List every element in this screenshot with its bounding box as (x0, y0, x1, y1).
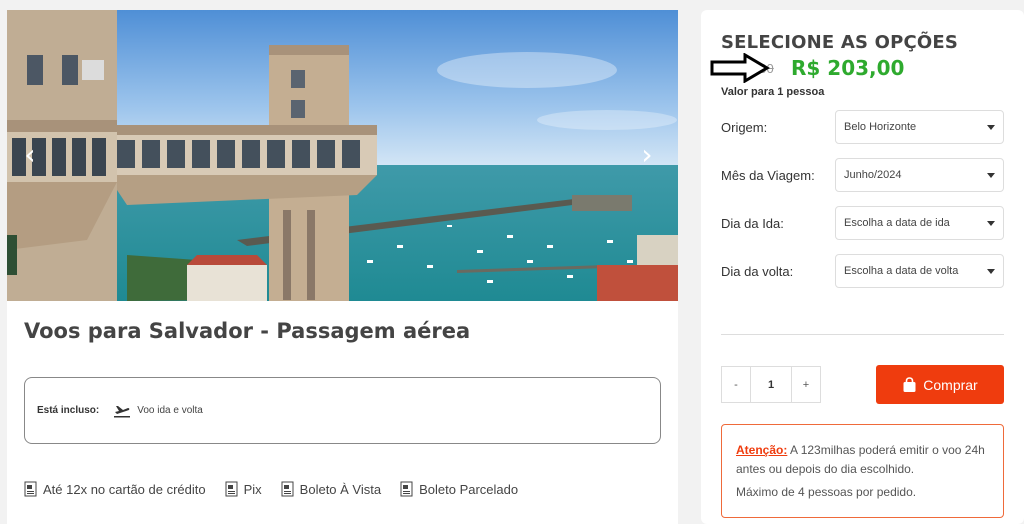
travel-month-label: Mês da Viagem: (721, 167, 815, 183)
notice-box: Atenção: A 123milhas poderá emitir o voo… (721, 424, 1004, 518)
product-card: ‹ › Voos para Salvador - Passagem aérea … (7, 10, 678, 524)
receipt-icon (281, 481, 294, 497)
payment-method-credit-card: Até 12x no cartão de crédito (24, 481, 206, 497)
payment-method-boleto-parcelado: Boleto Parcelado (400, 481, 518, 497)
options-title: SELECIONE AS OPÇÕES (721, 32, 959, 53)
product-title: Voos para Salvador - Passagem aérea (24, 319, 471, 343)
included-value: Voo ida e volta (137, 405, 203, 416)
quantity-increase-button[interactable]: + (792, 367, 820, 402)
origin-label: Origem: (721, 119, 768, 135)
notice-max-people: Máximo de 4 pessoas por pedido. (736, 485, 917, 499)
departure-day-label: Dia da Ida: (721, 215, 784, 231)
payment-method-label: Até 12x no cartão de crédito (43, 481, 206, 497)
included-box: Está incluso: Voo ida e volta (24, 377, 661, 444)
origin-select-value: Belo Horizonte (844, 121, 917, 133)
travel-month-field-row: Mês da Viagem: Junho/2024 (721, 158, 1004, 192)
payment-methods: Até 12x no cartão de crédito Pix Boleto … (24, 481, 537, 497)
caret-down-icon (987, 220, 995, 226)
payment-method-label: Pix (243, 481, 262, 497)
options-panel: SELECIONE AS OPÇÕES R$ 00,00 R$ 203,00 V… (701, 10, 1024, 524)
current-price: R$ 203,00 (791, 56, 905, 80)
airplane-departure-icon (114, 405, 131, 417)
travel-month-select[interactable]: Junho/2024 (835, 158, 1004, 192)
buy-button-label: Comprar (923, 376, 978, 393)
payment-method-pix: Pix (225, 481, 262, 497)
return-day-label: Dia da volta: (721, 263, 794, 279)
included-label: Está incluso: (37, 405, 100, 416)
origin-field-row: Origem: Belo Horizonte (721, 110, 1004, 144)
departure-day-field-row: Dia da Ida: Escolha a data de ida (721, 206, 1004, 240)
product-image-gallery[interactable]: ‹ › (7, 10, 678, 301)
quantity-stepper: - 1 + (721, 366, 821, 403)
origin-select[interactable]: Belo Horizonte (835, 110, 1004, 144)
receipt-icon (24, 481, 37, 497)
chevron-left-icon[interactable]: ‹ (15, 140, 45, 170)
departure-day-select[interactable]: Escolha a data de ida (835, 206, 1004, 240)
payment-method-boleto-vista: Boleto À Vista (281, 481, 381, 497)
quantity-input[interactable]: 1 (750, 367, 792, 402)
salvador-photo (7, 10, 678, 301)
notice-text: Atenção: A 123milhas poderá emitir o voo… (736, 441, 989, 479)
caret-down-icon (987, 124, 995, 130)
divider (721, 334, 1004, 335)
quantity-decrease-button[interactable]: - (722, 367, 750, 402)
return-day-select-value: Escolha a data de volta (844, 265, 959, 277)
receipt-icon (400, 481, 413, 497)
payment-method-label: Boleto À Vista (299, 481, 382, 497)
caret-down-icon (987, 268, 995, 274)
shopping-bag-icon (903, 376, 916, 392)
notice-strong: Atenção: (736, 443, 788, 457)
buy-button[interactable]: Comprar (876, 365, 1004, 404)
payment-method-label: Boleto Parcelado (419, 481, 519, 497)
departure-day-select-value: Escolha a data de ida (844, 217, 950, 229)
travel-month-select-value: Junho/2024 (844, 169, 902, 181)
return-day-select[interactable]: Escolha a data de volta (835, 254, 1004, 288)
caret-down-icon (987, 172, 995, 178)
price-note: Valor para 1 pessoa (721, 86, 825, 98)
return-day-field-row: Dia da volta: Escolha a data de volta (721, 254, 1004, 288)
receipt-icon (225, 481, 238, 497)
chevron-right-icon[interactable]: › (632, 140, 662, 170)
arrow-right-icon (710, 53, 770, 83)
